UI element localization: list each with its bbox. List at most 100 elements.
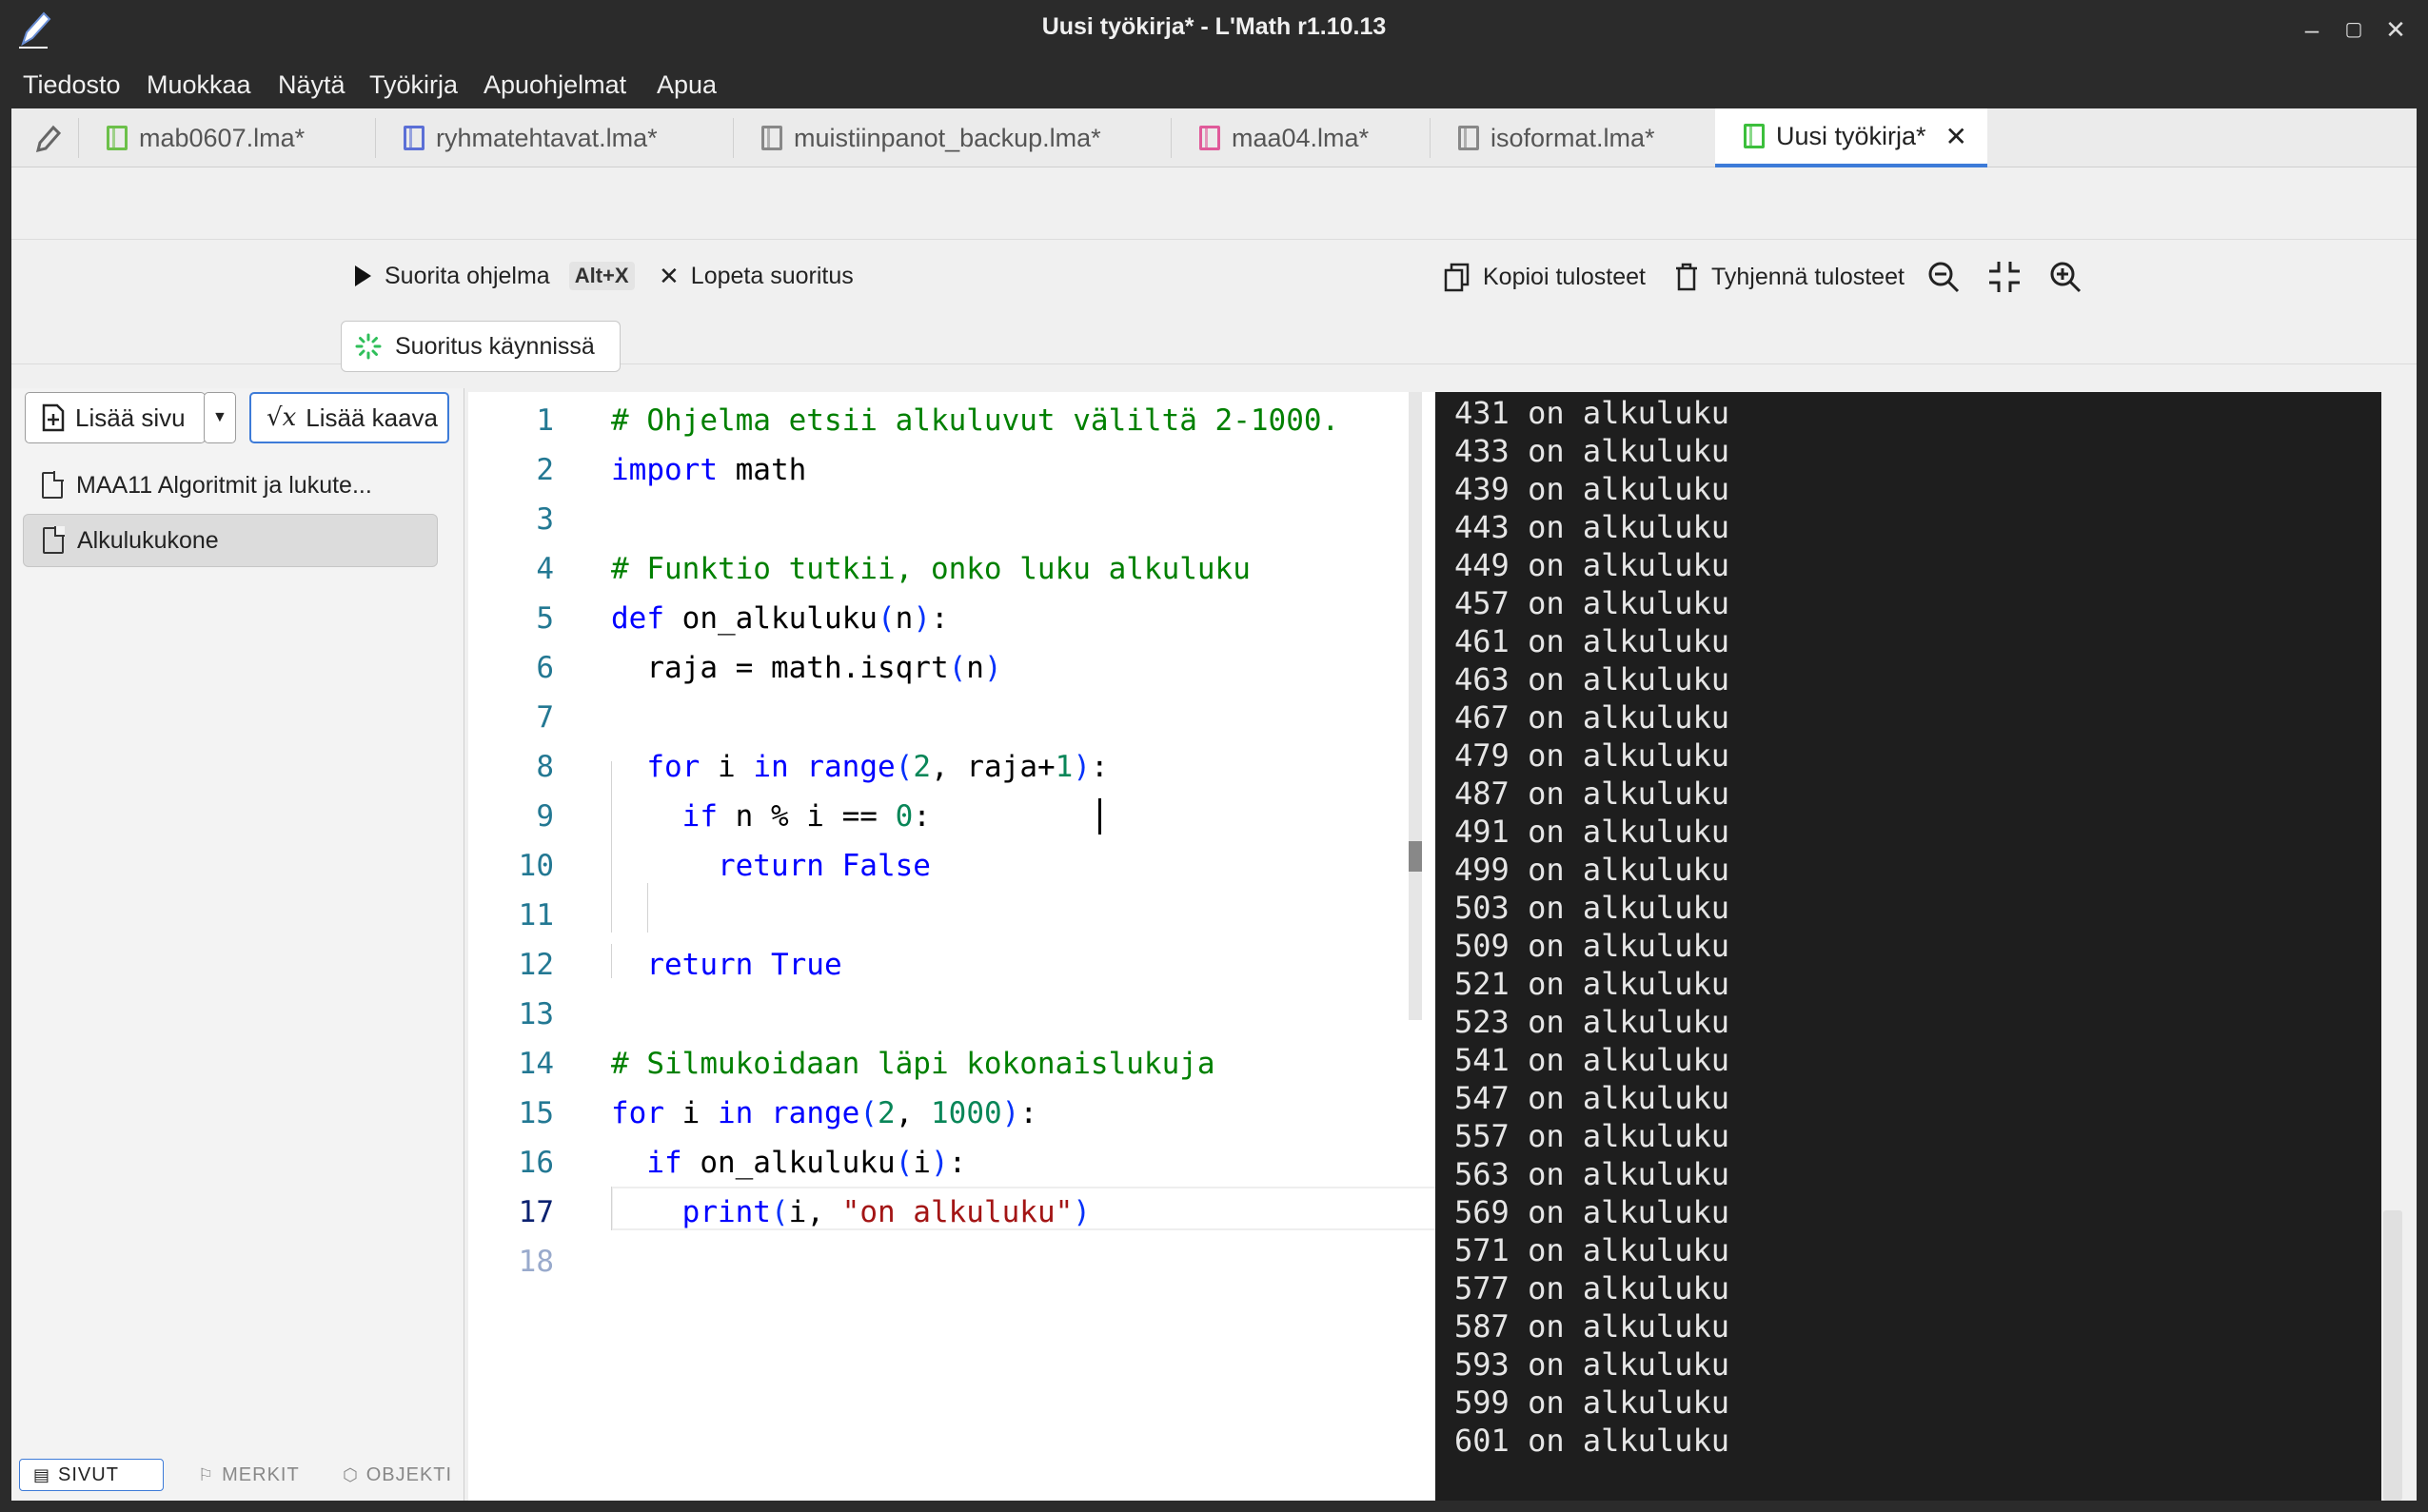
menu-muokkaa[interactable]: Muokkaa bbox=[147, 67, 251, 104]
line-number: 17 bbox=[518, 1195, 554, 1229]
console-output-line: 593 on alkuluku bbox=[1454, 1346, 1729, 1383]
line-number: 11 bbox=[518, 898, 554, 933]
copy-outputs-button[interactable]: Kopioi tulosteet bbox=[1443, 262, 1646, 292]
console-output-line: 431 on alkuluku bbox=[1454, 395, 1729, 431]
page-icon bbox=[43, 526, 65, 554]
zoom-in-button[interactable] bbox=[2048, 260, 2083, 294]
pages-sidebar: Lisää sivu ▼ √x Lisää kaava MAA11 Algori… bbox=[11, 388, 464, 1501]
output-console[interactable]: 431 on alkuluku 433 on alkuluku 439 on alk… bbox=[1435, 392, 2381, 1501]
notebook-icon bbox=[107, 126, 128, 150]
zoom-out-button[interactable] bbox=[1926, 260, 1961, 294]
console-output-line: 509 on alkuluku bbox=[1454, 928, 1729, 964]
indent-guide bbox=[647, 883, 648, 933]
line-number: 13 bbox=[518, 997, 554, 1031]
tab-sivut[interactable]: ▤ SIVUT bbox=[19, 1459, 164, 1491]
editor-scrollbar-thumb[interactable] bbox=[1409, 841, 1422, 872]
add-formula-button[interactable]: √x Lisää kaava bbox=[249, 392, 449, 443]
page-label: Alkulukukone bbox=[77, 526, 219, 554]
code-line: return True bbox=[646, 948, 842, 982]
console-output-line: 523 on alkuluku bbox=[1454, 1004, 1729, 1040]
tab-mab0607[interactable]: mab0607.lma* bbox=[78, 108, 375, 167]
running-status-button[interactable]: Suoritus käynnissä bbox=[341, 321, 621, 372]
code-line: return False bbox=[717, 849, 931, 883]
bottom-border bbox=[0, 1501, 2428, 1512]
page-label: MAA11 Algoritmit ja lukute... bbox=[76, 471, 372, 499]
line-number: 9 bbox=[536, 799, 554, 834]
line-number: 5 bbox=[536, 601, 554, 636]
console-output-line: 547 on alkuluku bbox=[1454, 1080, 1729, 1116]
minimize-icon[interactable]: – bbox=[2296, 13, 2328, 46]
tab-muistiinpanot-backup[interactable]: muistiinpanot_backup.lma* bbox=[733, 108, 1171, 167]
code-line: # Silmukoidaan läpi kokonaislukuja bbox=[611, 1047, 1215, 1081]
code-line: if n % i == 0: bbox=[681, 799, 931, 834]
console-output-line: 599 on alkuluku bbox=[1454, 1384, 1729, 1421]
stop-program-button[interactable]: ✕ Lopeta suoritus bbox=[659, 262, 854, 291]
console-output-line: 449 on alkuluku bbox=[1454, 547, 1729, 583]
sidebar-page-maa11[interactable]: MAA11 Algoritmit ja lukute... bbox=[23, 459, 438, 512]
menu-tyokirja[interactable]: Työkirja bbox=[369, 67, 458, 104]
code-line: raja = math.isqrt(n) bbox=[611, 651, 1002, 685]
tab-label: Uusi työkirja* bbox=[1776, 121, 1926, 150]
notebook-icon bbox=[1199, 126, 1220, 150]
tab-merkit[interactable]: ⚐ MERKIT bbox=[185, 1459, 313, 1491]
tab-close-icon[interactable]: ✕ bbox=[1945, 121, 1967, 152]
chevron-down-icon: ▼ bbox=[212, 409, 227, 425]
notebook-icon bbox=[1458, 126, 1479, 150]
console-output-line: 457 on alkuluku bbox=[1454, 585, 1729, 621]
editor-scrollbar[interactable] bbox=[1409, 392, 1422, 1020]
tab-label: isoformat.lma* bbox=[1490, 123, 1655, 152]
menu-apua[interactable]: Apua bbox=[657, 67, 717, 104]
edit-pen-icon[interactable] bbox=[30, 122, 65, 156]
add-page-label: Lisää sivu bbox=[75, 403, 186, 432]
console-output-line: 467 on alkuluku bbox=[1454, 699, 1729, 736]
run-program-button[interactable]: Suorita ohjelma Alt+X bbox=[352, 262, 635, 290]
window-close-icon[interactable]: ✕ bbox=[2379, 13, 2412, 46]
run-shortcut: Alt+X bbox=[568, 262, 635, 290]
line-number: 6 bbox=[536, 651, 554, 685]
console-output-line: 491 on alkuluku bbox=[1454, 814, 1729, 850]
sidebar-page-alkulukukone[interactable]: Alkulukukone bbox=[23, 514, 438, 567]
clear-outputs-button[interactable]: Tyhjennä tulosteet bbox=[1673, 262, 1905, 292]
collapse-icon bbox=[1989, 262, 2020, 292]
copy-outputs-label: Kopioi tulosteet bbox=[1483, 263, 1646, 290]
console-output-line: 499 on alkuluku bbox=[1454, 852, 1729, 888]
code-line: def on_alkuluku(n): bbox=[611, 601, 949, 636]
tab-uusi-tyokirja[interactable]: Uusi työkirja* ✕ bbox=[1715, 108, 1987, 167]
console-output-line: 571 on alkuluku bbox=[1454, 1232, 1729, 1268]
list-icon: ▤ bbox=[33, 1464, 51, 1484]
console-output-line: 443 on alkuluku bbox=[1454, 509, 1729, 545]
tab-maa04[interactable]: maa04.lma* bbox=[1171, 108, 1430, 167]
menu-nayta[interactable]: Näytä bbox=[278, 67, 345, 104]
menu-tiedosto[interactable]: Tiedosto bbox=[23, 67, 121, 104]
console-scrollbar-thumb[interactable] bbox=[2383, 1210, 2402, 1501]
code-line: # Funktio tutkii, onko luku alkuluku bbox=[611, 552, 1251, 586]
console-output-line: 569 on alkuluku bbox=[1454, 1194, 1729, 1230]
add-page-button[interactable]: Lisää sivu bbox=[25, 392, 206, 443]
line-number: 15 bbox=[518, 1096, 554, 1130]
add-page-dropdown[interactable]: ▼ bbox=[204, 392, 236, 443]
play-icon bbox=[355, 265, 371, 286]
console-output-line: 479 on alkuluku bbox=[1454, 737, 1729, 774]
running-status-label: Suoritus käynnissä bbox=[395, 332, 595, 360]
notebook-icon bbox=[761, 126, 782, 150]
page-icon bbox=[42, 471, 64, 499]
tab-objekti[interactable]: ⬡ OBJEKTI bbox=[329, 1459, 465, 1491]
tab-isoformat[interactable]: isoformat.lma* bbox=[1430, 108, 1725, 167]
menu-apuohjelmat[interactable]: Apuohjelmat bbox=[484, 67, 626, 104]
copy-icon bbox=[1444, 263, 1470, 292]
code-editor[interactable]: 1 2 3 4 5 6 7 8 9 10 11 12 13 14 15 16 17 18 # Ohjelma et… bbox=[468, 392, 1435, 1501]
tab-label: muistiinpanot_backup.lma* bbox=[794, 123, 1101, 152]
fit-view-button[interactable] bbox=[1987, 260, 2022, 294]
close-icon: ✕ bbox=[659, 262, 680, 290]
text-caret bbox=[1098, 798, 1101, 835]
cube-icon: ⬡ bbox=[343, 1464, 359, 1484]
console-output-line: 577 on alkuluku bbox=[1454, 1270, 1729, 1306]
tab-ryhmatehtavat[interactable]: ryhmatehtavat.lma* bbox=[375, 108, 733, 167]
clear-outputs-label: Tyhjennä tulosteet bbox=[1711, 263, 1905, 290]
tab-label: ryhmatehtavat.lma* bbox=[436, 123, 658, 152]
line-number: 4 bbox=[536, 552, 554, 586]
maximize-icon[interactable]: ▢ bbox=[2338, 13, 2370, 46]
notebook-icon bbox=[404, 126, 424, 150]
title-bar: Uusi työkirja* - L'Math r1.10.13 – ▢ ✕ bbox=[0, 0, 2428, 59]
line-number: 2 bbox=[536, 453, 554, 487]
